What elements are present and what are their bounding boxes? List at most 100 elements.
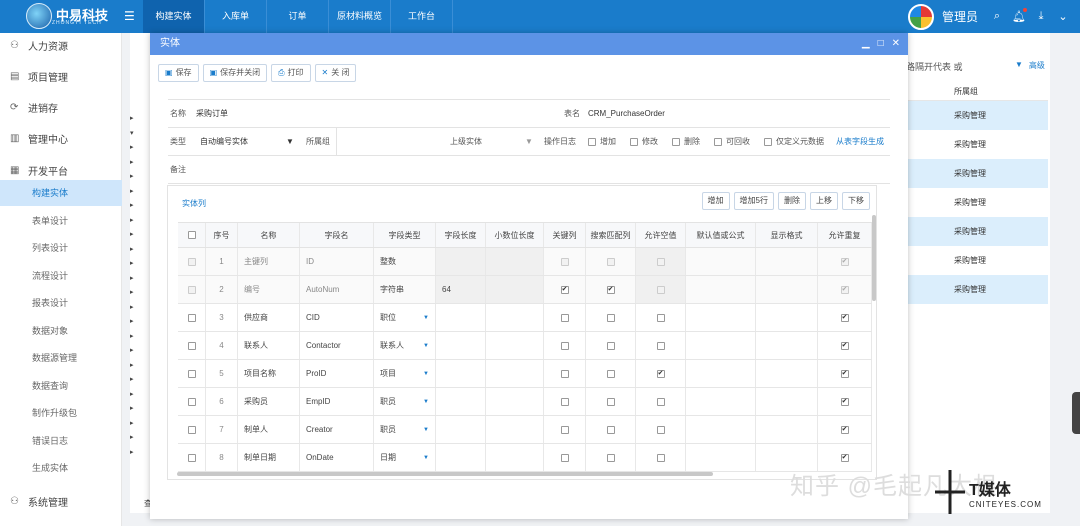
remark-input[interactable]	[196, 156, 886, 184]
tree-toggle-icon[interactable]: ▸	[130, 143, 146, 151]
maximize-icon[interactable]: □	[878, 33, 884, 55]
user-name[interactable]: 管理员	[942, 8, 978, 25]
field-length-cell[interactable]	[436, 360, 486, 387]
column-name-cell[interactable]: 供应商	[238, 304, 300, 331]
tree-toggle-icon[interactable]: ▸	[130, 114, 146, 122]
generate-from-table-link[interactable]: 从表字段生成	[836, 128, 884, 156]
sidebar-item-1[interactable]: 表单设计	[0, 208, 122, 234]
checkbox[interactable]	[588, 138, 596, 146]
tree-toggle-icon[interactable]: ▸	[130, 259, 146, 267]
row-select-checkbox[interactable]	[187, 341, 196, 350]
table-row[interactable]: 8 制单日期 OnDate 日期 ▼ ✔	[178, 444, 872, 472]
close-button[interactable]: ✕ 关 闭	[314, 64, 357, 82]
sidebar-group-3[interactable]: ▥ 管理中心	[0, 128, 122, 148]
bg-table-row[interactable]: 采购管理	[908, 275, 1048, 304]
default-formula-cell[interactable]	[686, 276, 756, 303]
tree-toggle-icon[interactable]: ▸	[130, 201, 146, 209]
checkbox[interactable]	[764, 138, 772, 146]
tree-toggle-icon[interactable]: ▸	[130, 245, 146, 253]
duplicate-checkbox[interactable]: ✔	[840, 425, 849, 434]
nav-tab-4[interactable]: 工作台	[391, 0, 453, 33]
field-type-cell[interactable]: 职员 ▼	[374, 388, 436, 415]
field-length-cell[interactable]	[436, 248, 486, 275]
field-length-cell[interactable]	[436, 416, 486, 443]
decimal-length-cell[interactable]	[486, 304, 544, 331]
avatar[interactable]	[907, 3, 934, 30]
null-checkbox[interactable]	[656, 425, 665, 434]
tree-toggle-icon[interactable]: ▸	[130, 346, 146, 354]
table-row[interactable]: 2 编号 AutoNum 字符串 64 ✔ ✔ ✔	[178, 276, 872, 304]
sidebar-item-7[interactable]: 数据查询	[0, 373, 122, 399]
sidebar-group-system[interactable]: ⚇ 系统管理	[0, 491, 122, 511]
sidebar-item-10[interactable]: 生成实体	[0, 455, 122, 481]
duplicate-checkbox[interactable]: ✔	[840, 453, 849, 462]
field-name-cell[interactable]: ProID	[300, 360, 374, 387]
sidebar-group-1[interactable]: ▤ 项目管理	[0, 66, 122, 86]
type-dropdown-icon[interactable]: ▼	[286, 128, 294, 156]
side-tool-handle[interactable]	[1072, 392, 1080, 434]
tree-toggle-icon[interactable]: ▸	[130, 448, 146, 456]
group-select[interactable]	[336, 128, 446, 156]
field-length-cell[interactable]: 64	[436, 276, 486, 303]
print-button[interactable]: ⎙ 打印	[271, 64, 311, 82]
tree-toggle-icon[interactable]: ▸	[130, 361, 146, 369]
table-row[interactable]: 3 供应商 CID 职位 ▼ ✔	[178, 304, 872, 332]
table-row[interactable]: 4 联系人 Contactor 联系人 ▼ ✔	[178, 332, 872, 360]
search-checkbox[interactable]: ✔	[606, 285, 615, 294]
display-format-cell[interactable]	[756, 388, 818, 415]
tree-toggle-icon[interactable]: ▸	[130, 230, 146, 238]
checkbox[interactable]	[672, 138, 680, 146]
default-formula-cell[interactable]	[686, 416, 756, 443]
tree-toggle-icon[interactable]: ▸	[130, 375, 146, 383]
panel-button-3[interactable]: 上移	[810, 192, 838, 210]
row-select-checkbox[interactable]	[187, 313, 196, 322]
sidebar-item-9[interactable]: 错误日志	[0, 428, 122, 454]
tree-toggle-icon[interactable]: ▸	[130, 216, 146, 224]
advanced-filter-button[interactable]: ▼ 高级	[1015, 60, 1045, 71]
search-checkbox[interactable]	[606, 425, 615, 434]
sidebar-item-5[interactable]: 数据对象	[0, 318, 122, 344]
field-type-cell[interactable]: 日期 ▼	[374, 444, 436, 471]
tree-toggle-icon[interactable]: ▸	[130, 404, 146, 412]
bg-table-row[interactable]: 采购管理	[908, 188, 1048, 217]
decimal-length-cell[interactable]	[486, 388, 544, 415]
table-row[interactable]: 6 采购员 EmpID 职员 ▼ ✔	[178, 388, 872, 416]
key-checkbox[interactable]	[560, 425, 569, 434]
dropdown-icon[interactable]: ▼	[423, 315, 429, 321]
tree-toggle-icon[interactable]: ▸	[130, 274, 146, 282]
bg-table-row[interactable]: 采购管理	[908, 246, 1048, 275]
search-checkbox[interactable]	[606, 341, 615, 350]
default-formula-cell[interactable]	[686, 304, 756, 331]
search-icon[interactable]: ⌕	[986, 10, 1008, 23]
column-name-cell[interactable]: 主键列	[238, 248, 300, 275]
tree-toggle-icon[interactable]: ▸	[130, 390, 146, 398]
null-checkbox[interactable]	[656, 313, 665, 322]
null-checkbox[interactable]	[656, 341, 665, 350]
display-format-cell[interactable]	[756, 248, 818, 275]
sidebar-item-4[interactable]: 报表设计	[0, 290, 122, 316]
sidebar-item-6[interactable]: 数据源管理	[0, 345, 122, 371]
key-checkbox[interactable]	[560, 453, 569, 462]
tree-toggle-icon[interactable]: ▸	[130, 332, 146, 340]
default-formula-cell[interactable]	[686, 388, 756, 415]
checkbox[interactable]	[630, 138, 638, 146]
nav-tab-3[interactable]: 原材料概览	[329, 0, 391, 33]
table-row[interactable]: 1 主键列 ID 整数 ✔	[178, 248, 872, 276]
select-all-checkbox[interactable]	[187, 231, 196, 239]
tree-toggle-icon[interactable]: ▸	[130, 158, 146, 166]
table-name-input[interactable]: CRM_PurchaseOrder	[588, 100, 665, 128]
save-button[interactable]: ▣ 保存	[158, 64, 199, 82]
duplicate-checkbox[interactable]: ✔	[840, 369, 849, 378]
menu-icon[interactable]: ☰	[124, 9, 135, 23]
row-select-checkbox[interactable]	[187, 369, 196, 378]
vertical-scrollbar[interactable]	[872, 215, 876, 301]
horizontal-scrollbar[interactable]	[177, 472, 713, 476]
default-formula-cell[interactable]	[686, 248, 756, 275]
field-length-cell[interactable]	[436, 332, 486, 359]
tree-toggle-icon[interactable]: ▸	[130, 433, 146, 441]
log-checkbox-3[interactable]: 可回收	[714, 128, 750, 156]
tree-toggle-icon[interactable]: ▸	[130, 187, 146, 195]
display-format-cell[interactable]	[756, 360, 818, 387]
decimal-length-cell[interactable]	[486, 444, 544, 471]
dropdown-icon[interactable]: ▼	[423, 399, 429, 405]
